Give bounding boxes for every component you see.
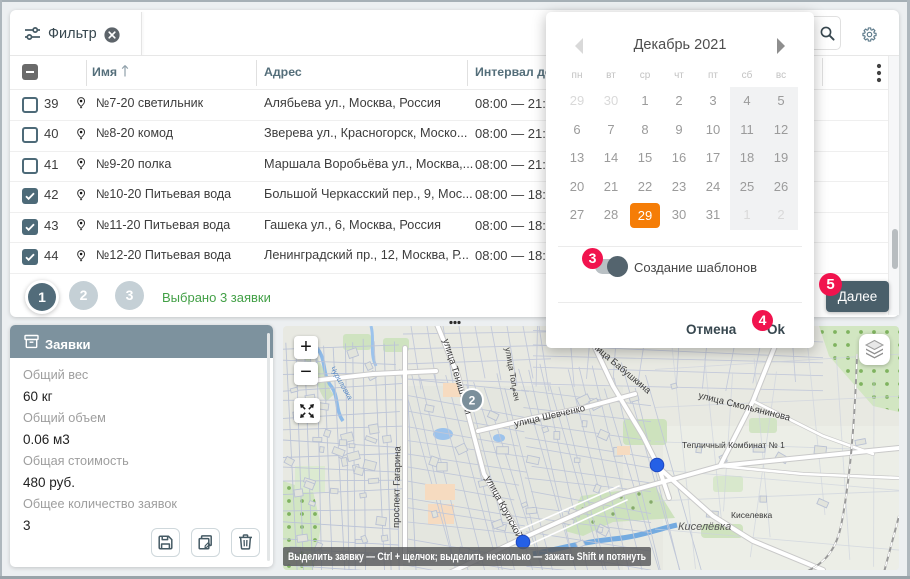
svg-text:Тепличный Комбинат № 1: Тепличный Комбинат № 1 xyxy=(682,440,785,450)
svg-text:Выделить заявку — Ctrl + щелчо: Выделить заявку — Ctrl + щелчок; выделит… xyxy=(288,551,646,563)
svg-text:2: 2 xyxy=(469,394,476,408)
svg-text:проспект Гагарина: проспект Гагарина xyxy=(391,445,403,528)
svg-text:Киселёвка: Киселёвка xyxy=(678,521,731,533)
svg-text:Киселевка: Киселевка xyxy=(731,510,773,520)
